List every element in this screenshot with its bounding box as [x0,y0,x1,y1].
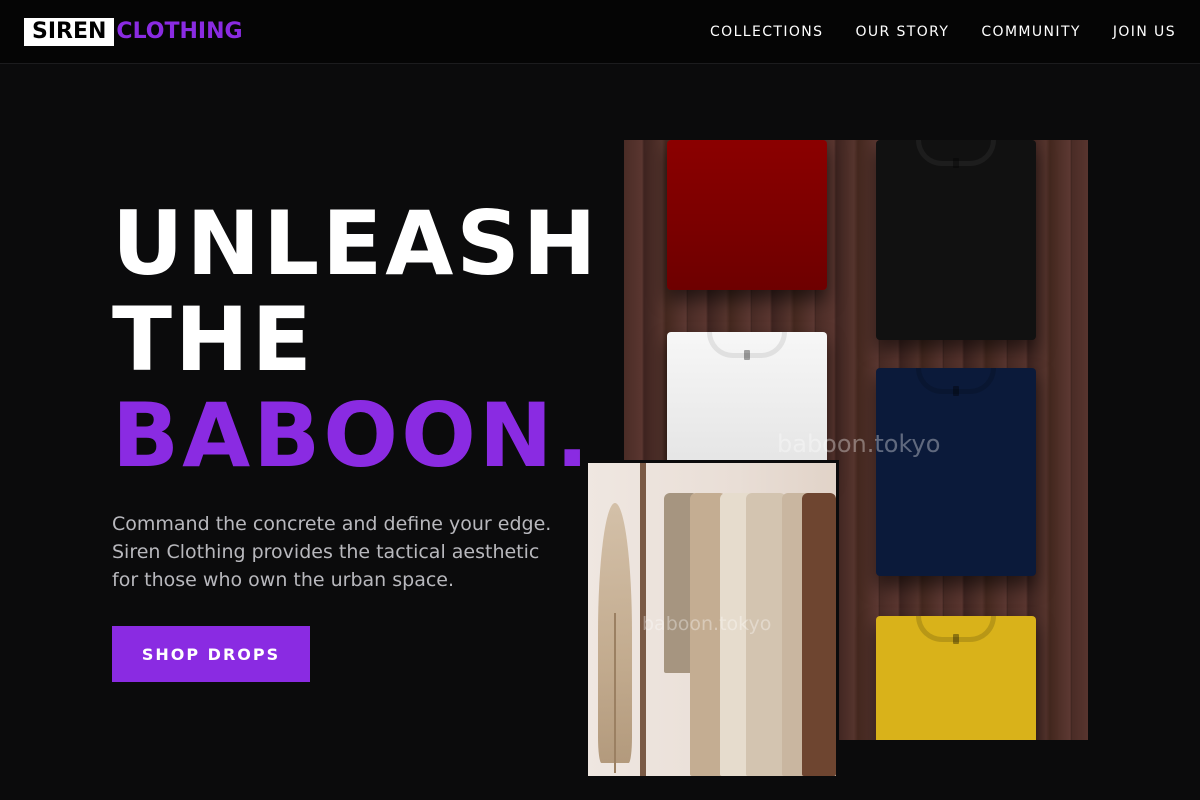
red-tee [667,140,827,290]
black-tee [876,140,1036,340]
garment-6 [802,493,836,776]
hero-title-line-3: BABOON. [112,384,592,487]
navy-tee [876,368,1036,576]
hero-title: UNLEASH THE BABOON. [112,196,599,484]
logo-box-text: SIREN [24,17,115,46]
nav-link-collections[interactable]: COLLECTIONS [710,24,823,40]
clothing-rack-image: baboon.tokyo [585,460,839,779]
rack-image-watermark: baboon.tokyo [642,613,772,635]
yellow-tee [876,616,1036,740]
hero-title-line-1: UNLEASH [112,192,600,295]
top-navbar: SIREN CLOTHING COLLECTIONS OUR STORY COM… [0,0,1200,64]
main-nav: COLLECTIONS OUR STORY COMMUNITY JOIN US [710,24,1176,40]
shop-drops-button[interactable]: SHOP DROPS [112,626,310,682]
nav-link-our-story[interactable]: OUR STORY [855,24,949,40]
hero-description-line-3: for those who own the urban space. [112,569,455,591]
nav-link-community[interactable]: COMMUNITY [981,24,1081,40]
hero-description: Command the concrete and define your edg… [112,510,592,594]
brand-logo[interactable]: SIREN CLOTHING [24,17,243,46]
hero-description-line-1: Command the concrete and define your edg… [112,513,552,535]
nav-link-join-us[interactable]: JOIN US [1113,24,1176,40]
hero-description-line-2: Siren Clothing provides the tactical aes… [112,541,540,563]
logo-word: CLOTHING [116,18,243,44]
hero-title-line-2: THE [112,288,315,391]
pampas-stem [614,613,616,773]
main-image-watermark: baboon.tokyo [777,430,941,458]
